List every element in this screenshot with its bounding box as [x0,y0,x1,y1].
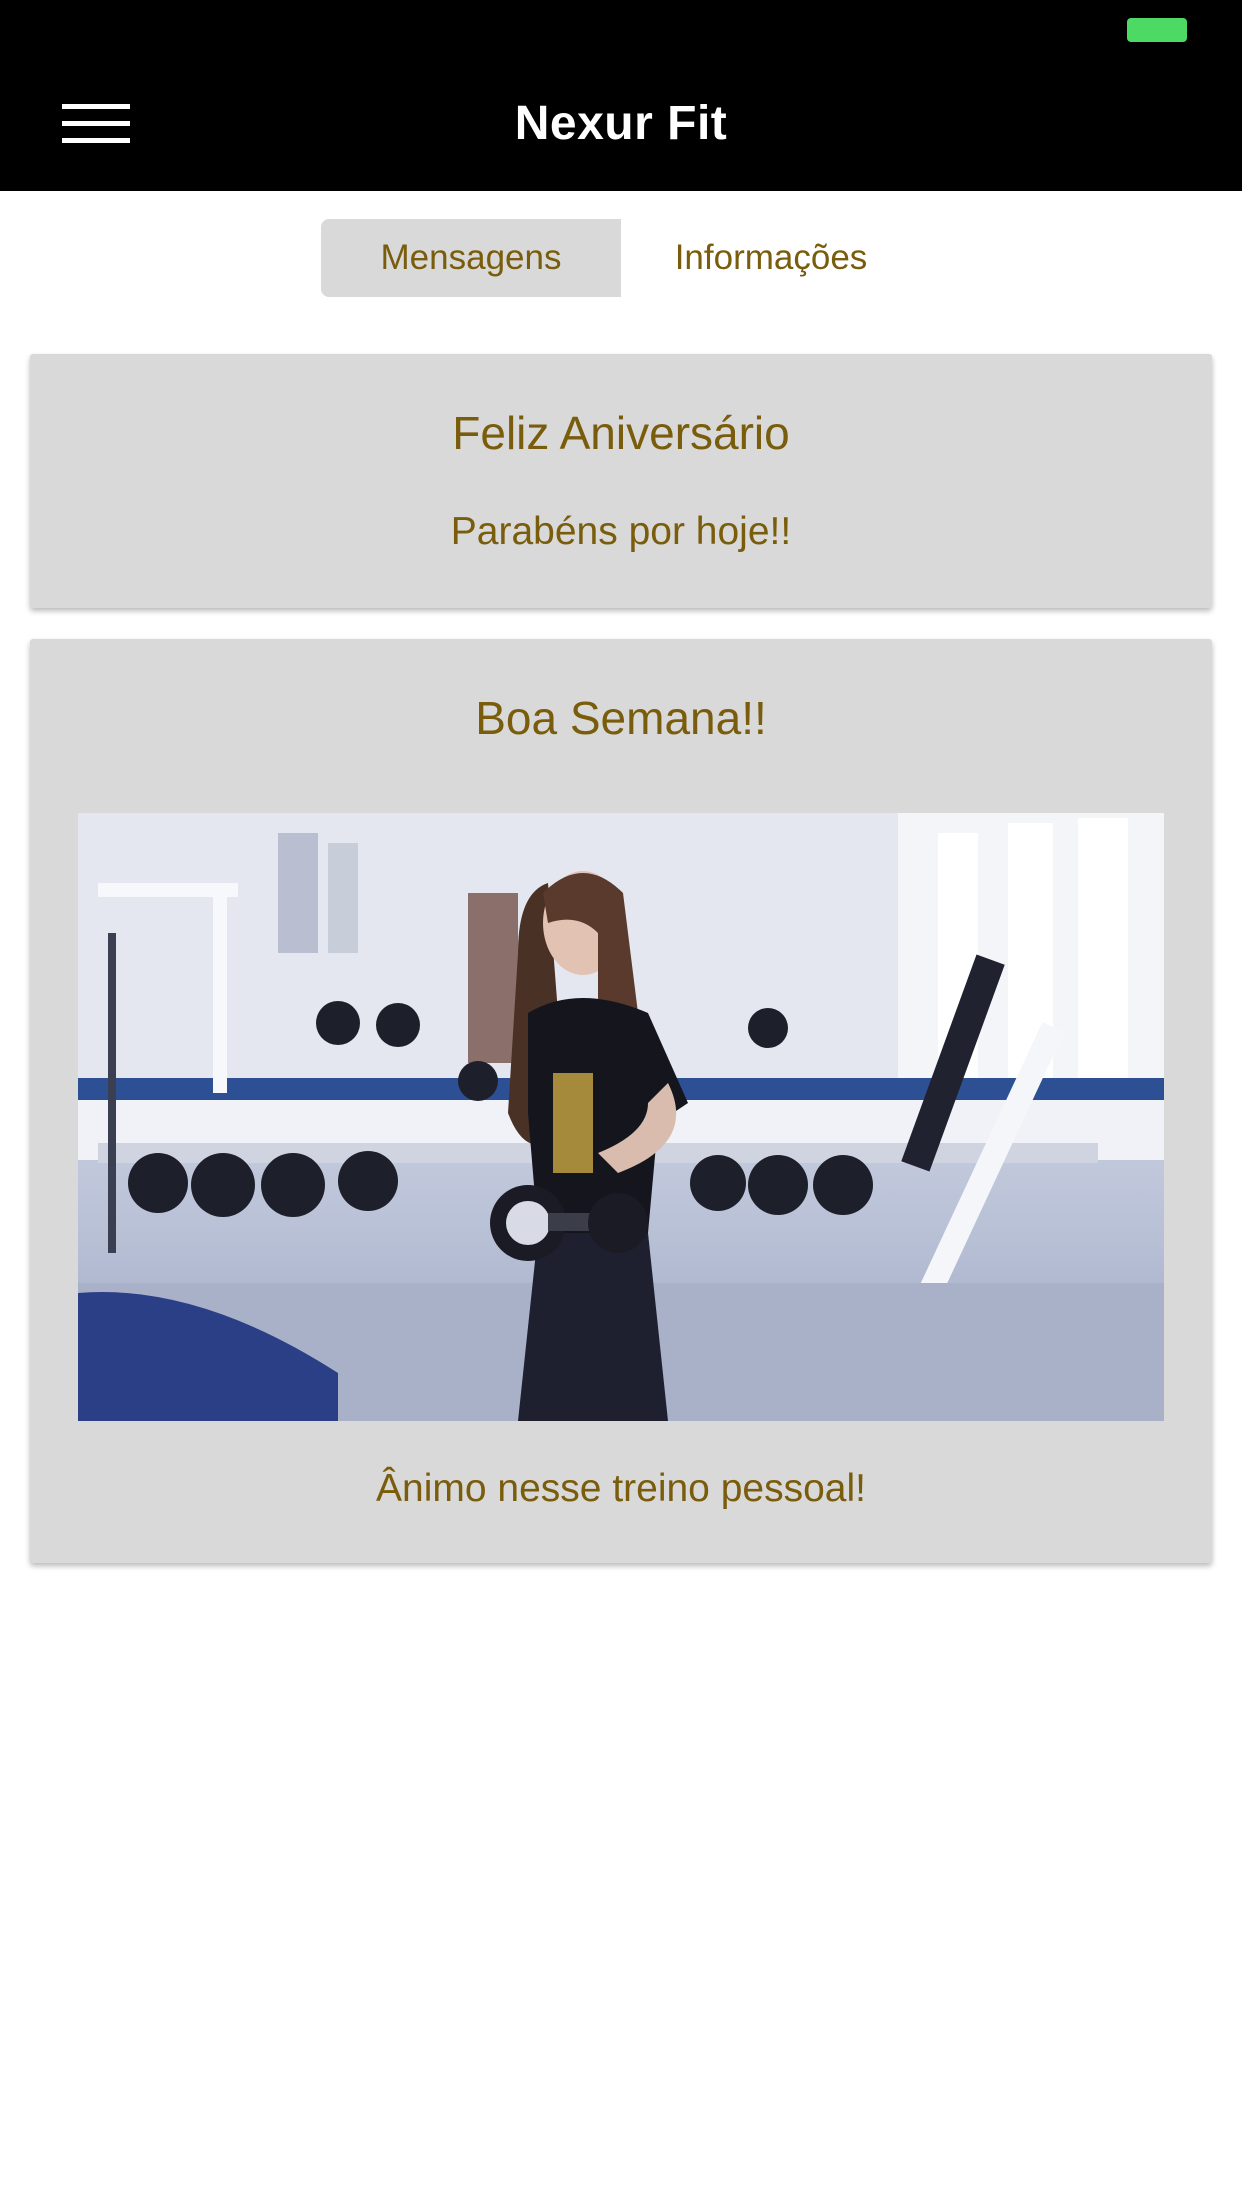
navigation-bar: Nexur Fit [0,60,1242,191]
tab-mensagens[interactable]: Mensagens [321,219,621,297]
message-card-week[interactable]: Boa Semana!! Ânimo nesse treino pessoal! [30,639,1212,1563]
status-bar [0,0,1242,60]
gym-woman-dumbbell-photo [78,813,1164,1421]
message-body: Parabéns por hoje!! [450,510,792,553]
message-title: Feliz Aniversário [452,407,790,459]
message-card-birthday[interactable]: Feliz Aniversário Parabéns por hoje!! [30,354,1212,608]
gym-photo-illustration [78,813,1164,1421]
app-title: Nexur Fit [514,97,728,150]
battery-icon [1127,18,1187,42]
segmented-control: Mensagens Informações [321,219,921,297]
tab-informacoes[interactable]: Informações [621,219,921,297]
message-body: Ânimo nesse treino pessoal! [376,1467,866,1510]
message-title: Boa Semana!! [475,692,767,744]
